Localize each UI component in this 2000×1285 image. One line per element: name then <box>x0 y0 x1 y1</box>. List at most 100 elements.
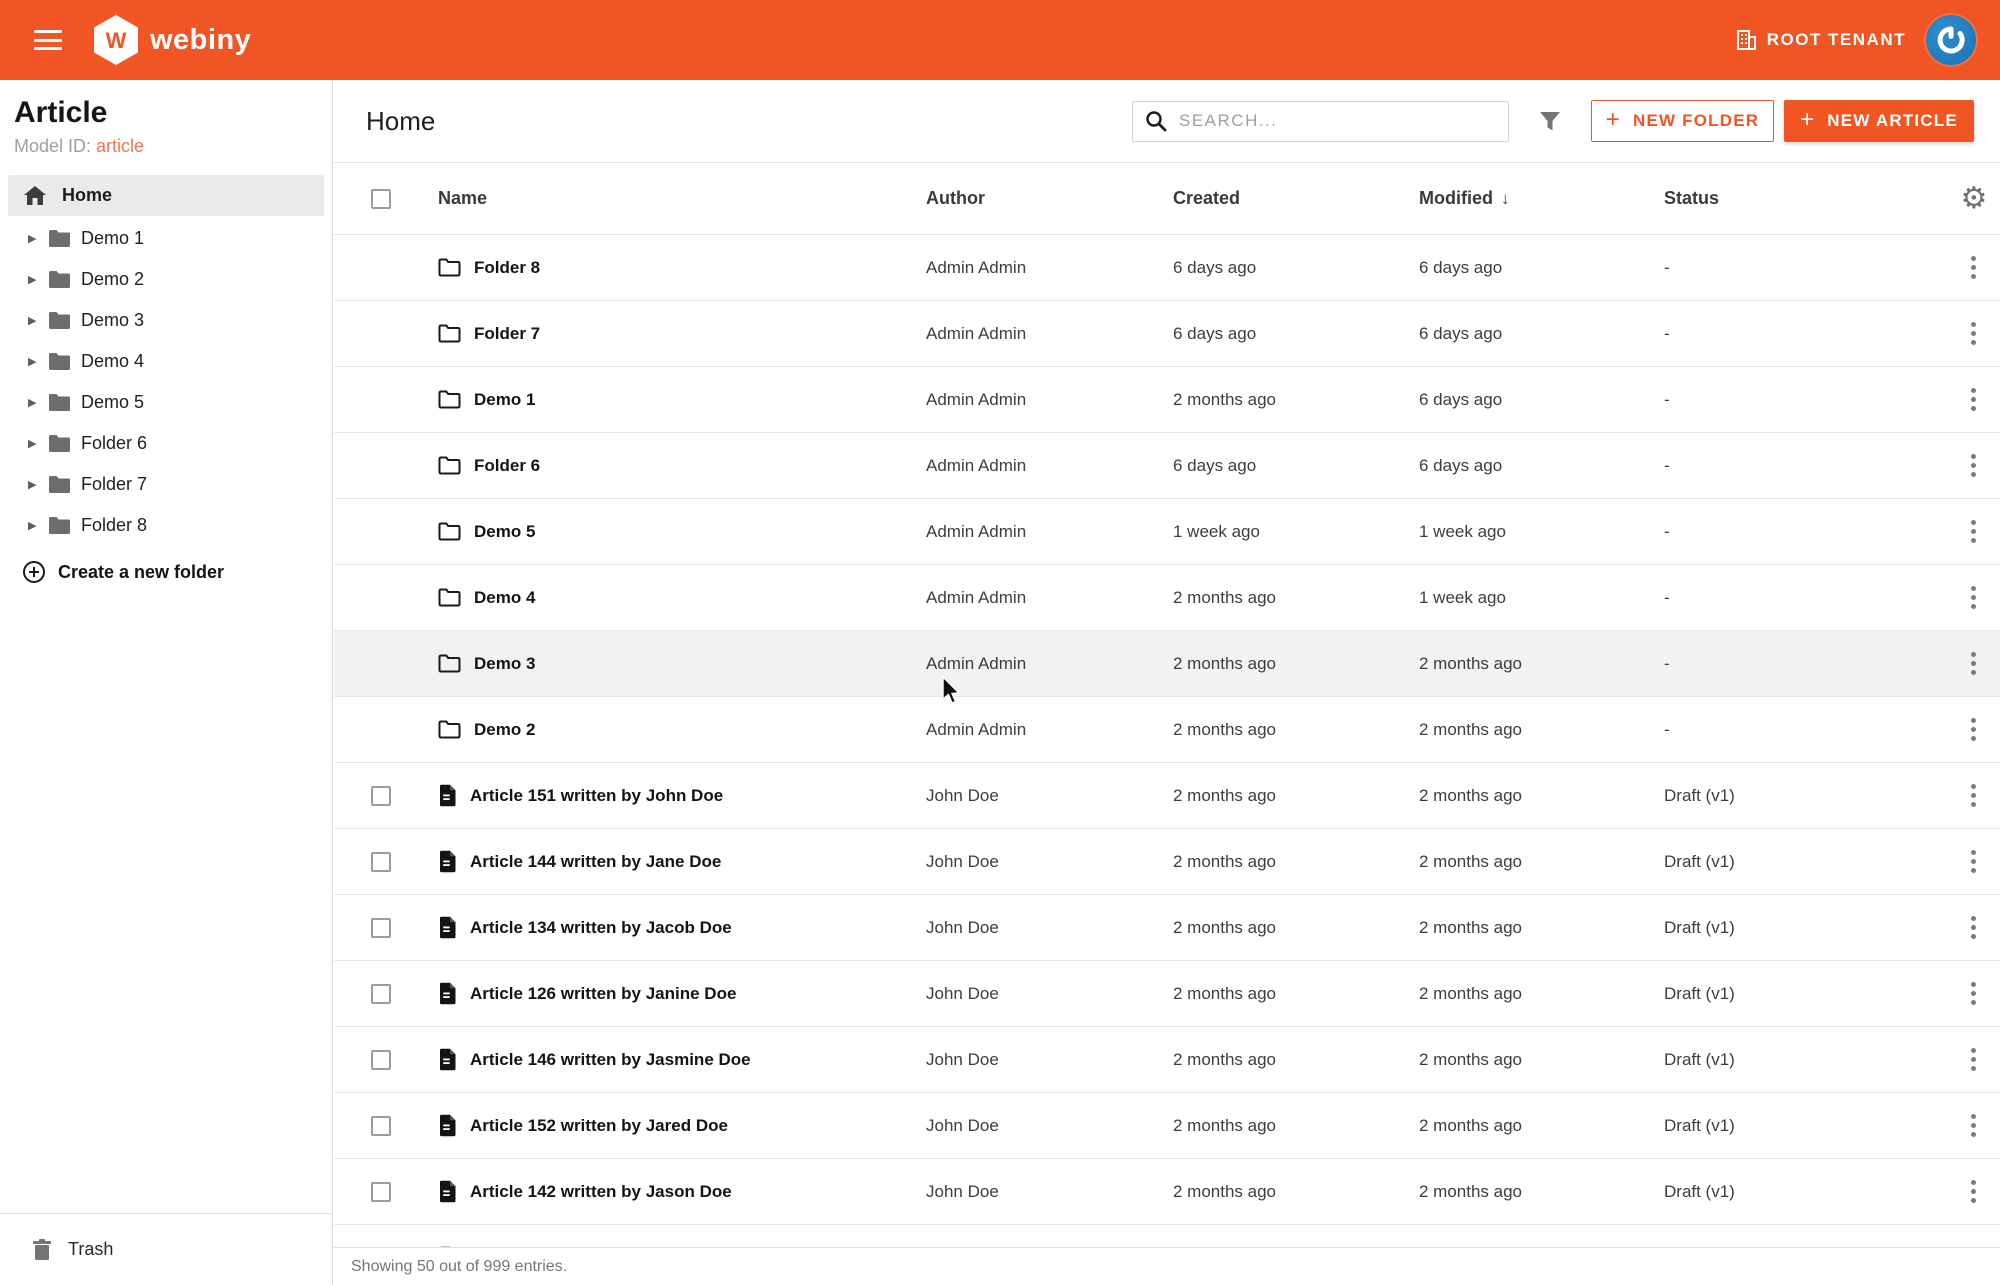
sidebar-folder-demo-4[interactable]: ▶Demo 4 <box>0 341 332 382</box>
entry-created: 6 days ago <box>1173 324 1419 344</box>
row-menu-kebab-icon[interactable] <box>1965 844 1982 879</box>
gear-icon[interactable]: ⚙ <box>1961 184 1988 214</box>
new-folder-button[interactable]: + NEW FOLDER <box>1591 100 1774 142</box>
entry-author: John Doe <box>926 786 1173 806</box>
row-menu-kebab-icon[interactable] <box>1965 250 1982 285</box>
table-row-folder-demo-4[interactable]: Demo 4Admin Admin2 months ago1 week ago- <box>334 565 2000 631</box>
caret-right-icon[interactable]: ▶ <box>28 355 42 368</box>
entry-created: 2 months ago <box>1173 918 1419 938</box>
row-menu-kebab-icon[interactable] <box>1965 910 1982 945</box>
row-menu-kebab-icon[interactable] <box>1965 448 1982 483</box>
new-article-button[interactable]: + NEW ARTICLE <box>1784 100 1974 142</box>
table-row-article-article-151-written-by-john-doe[interactable]: Article 151 written by John DoeJohn Doe2… <box>334 763 2000 829</box>
table-row-partial[interactable] <box>334 1225 2000 1247</box>
caret-right-icon[interactable]: ▶ <box>28 232 42 245</box>
table-row-folder-demo-3[interactable]: Demo 3Admin Admin2 months ago2 months ag… <box>334 631 2000 697</box>
table-row-folder-demo-2[interactable]: Demo 2Admin Admin2 months ago2 months ag… <box>334 697 2000 763</box>
sidebar-folder-demo-5[interactable]: ▶ Demo 5 <box>0 382 332 423</box>
row-menu-kebab-icon[interactable] <box>1965 514 1982 549</box>
row-checkbox[interactable] <box>371 918 391 938</box>
table-header: Name Author Created Modified↓ Status ⚙ <box>334 163 2000 235</box>
create-folder-button[interactable]: Create a new folder <box>0 560 332 584</box>
caret-right-icon[interactable]: ▶ <box>28 396 42 409</box>
sidebar-folder-label: Demo 1 <box>81 228 144 249</box>
entry-author: Admin Admin <box>926 258 1173 278</box>
row-checkbox[interactable] <box>371 1050 391 1070</box>
table-row-article-article-152-written-by-jared-doe[interactable]: Article 152 written by Jared DoeJohn Doe… <box>334 1093 2000 1159</box>
row-menu-kebab-icon[interactable] <box>1965 712 1982 747</box>
row-menu-kebab-icon[interactable] <box>1965 1042 1982 1077</box>
sidebar-folder-demo-2[interactable]: ▶ Demo 2 <box>0 259 332 300</box>
entry-modified: 2 months ago <box>1419 918 1664 938</box>
table-row-folder-folder-7[interactable]: Folder 7Admin Admin6 days ago6 days ago- <box>334 301 2000 367</box>
caret-right-icon[interactable]: ▶ <box>28 314 42 327</box>
row-checkbox[interactable] <box>371 984 391 1004</box>
column-header-author[interactable]: Author <box>926 188 1173 209</box>
row-menu-kebab-icon[interactable] <box>1965 1108 1982 1143</box>
sidebar-folder-folder-7[interactable]: ▶Folder 7 <box>0 464 332 505</box>
row-menu-kebab-icon[interactable] <box>1965 580 1982 615</box>
entry-modified: 2 months ago <box>1419 984 1664 1004</box>
create-folder-label: Create a new folder <box>58 562 224 583</box>
column-header-name[interactable]: Name <box>438 188 926 209</box>
table-row-folder-folder-8[interactable]: Folder 8Admin Admin6 days ago6 days ago- <box>334 235 2000 301</box>
row-menu-kebab-icon[interactable] <box>1965 382 1982 417</box>
caret-right-icon[interactable]: ▶ <box>28 273 42 286</box>
sidebar-folder-demo-3[interactable]: ▶Demo 3 <box>0 300 332 341</box>
caret-right-icon[interactable]: ▶ <box>28 519 42 532</box>
row-menu-kebab-icon[interactable] <box>1965 646 1982 681</box>
caret-right-icon[interactable]: ▶ <box>28 478 42 491</box>
caret-right-icon[interactable]: ▶ <box>28 437 42 450</box>
row-checkbox[interactable] <box>371 1116 391 1136</box>
entry-created: 2 months ago <box>1173 852 1419 872</box>
folder-tree: ▶Demo 1▶Demo 2▶Demo 3▶Demo 4▶Demo 5▶Fold… <box>0 218 332 546</box>
table-row-folder-demo-1[interactable]: Demo 1Admin Admin2 months ago6 days ago- <box>334 367 2000 433</box>
table-row-article-article-142-written-by-jason-doe[interactable]: Article 142 written by Jason DoeJohn Doe… <box>334 1159 2000 1225</box>
entry-status: Draft (v1) <box>1664 786 1946 806</box>
menu-icon[interactable] <box>34 30 62 50</box>
search-input[interactable] <box>1179 111 1496 131</box>
column-header-status[interactable]: Status <box>1664 188 1946 209</box>
table-row-article-article-126-written-by-janine-doe[interactable]: Article 126 written by Janine DoeJohn Do… <box>334 961 2000 1027</box>
table-row-article-article-134-written-by-jacob-doe[interactable]: Article 134 written by Jacob DoeJohn Doe… <box>334 895 2000 961</box>
table-row-article-article-146-written-by-jasmine-doe[interactable]: Article 146 written by Jasmine DoeJohn D… <box>334 1027 2000 1093</box>
building-icon <box>1735 29 1757 51</box>
entry-status: - <box>1664 324 1946 344</box>
column-header-created[interactable]: Created <box>1173 188 1419 209</box>
filter-button[interactable] <box>1537 108 1563 134</box>
entry-author: Admin Admin <box>926 588 1173 608</box>
sidebar-folder-demo-1[interactable]: ▶ Demo 1 <box>0 218 332 259</box>
tenant-selector[interactable]: ROOT TENANT <box>1735 29 1906 51</box>
row-checkbox[interactable] <box>371 852 391 872</box>
table-row-folder-demo-5[interactable]: Demo 5Admin Admin1 week ago1 week ago- <box>334 499 2000 565</box>
table-row-folder-folder-6[interactable]: Folder 6Admin Admin6 days ago6 days ago- <box>334 433 2000 499</box>
row-checkbox[interactable] <box>371 1182 391 1202</box>
entry-status: Draft (v1) <box>1664 1050 1946 1070</box>
entry-modified: 1 week ago <box>1419 588 1664 608</box>
sidebar-item-home[interactable]: Home <box>8 175 324 216</box>
home-icon <box>24 186 46 206</box>
sidebar-folder-folder-6[interactable]: ▶Folder 6 <box>0 423 332 464</box>
row-menu-kebab-icon[interactable] <box>1965 1174 1982 1209</box>
entry-author: John Doe <box>926 918 1173 938</box>
row-menu-kebab-icon[interactable] <box>1965 976 1982 1011</box>
account-avatar[interactable] <box>1926 15 1976 65</box>
row-checkbox[interactable] <box>371 786 391 806</box>
row-menu-kebab-icon[interactable] <box>1965 316 1982 351</box>
folder-icon <box>48 229 71 248</box>
folder-icon <box>48 516 71 535</box>
select-all-checkbox[interactable] <box>371 189 391 209</box>
entry-modified: 2 months ago <box>1419 1050 1664 1070</box>
sidebar-folder-label: Demo 2 <box>81 269 144 290</box>
entry-name: Article 144 written by Jane Doe <box>470 852 721 872</box>
sidebar-home-label: Home <box>62 185 112 206</box>
table-row-article-article-144-written-by-jane-doe[interactable]: Article 144 written by Jane DoeJohn Doe2… <box>334 829 2000 895</box>
entry-author: Admin Admin <box>926 654 1173 674</box>
sidebar-folder-folder-8[interactable]: ▶Folder 8 <box>0 505 332 546</box>
column-header-modified[interactable]: Modified↓ <box>1419 188 1664 209</box>
sort-desc-icon: ↓ <box>1501 189 1510 209</box>
row-menu-kebab-icon[interactable] <box>1965 778 1982 813</box>
trash-button[interactable]: Trash <box>0 1213 332 1285</box>
entry-status: - <box>1664 588 1946 608</box>
sidebar-folder-label: Demo 5 <box>81 392 144 413</box>
